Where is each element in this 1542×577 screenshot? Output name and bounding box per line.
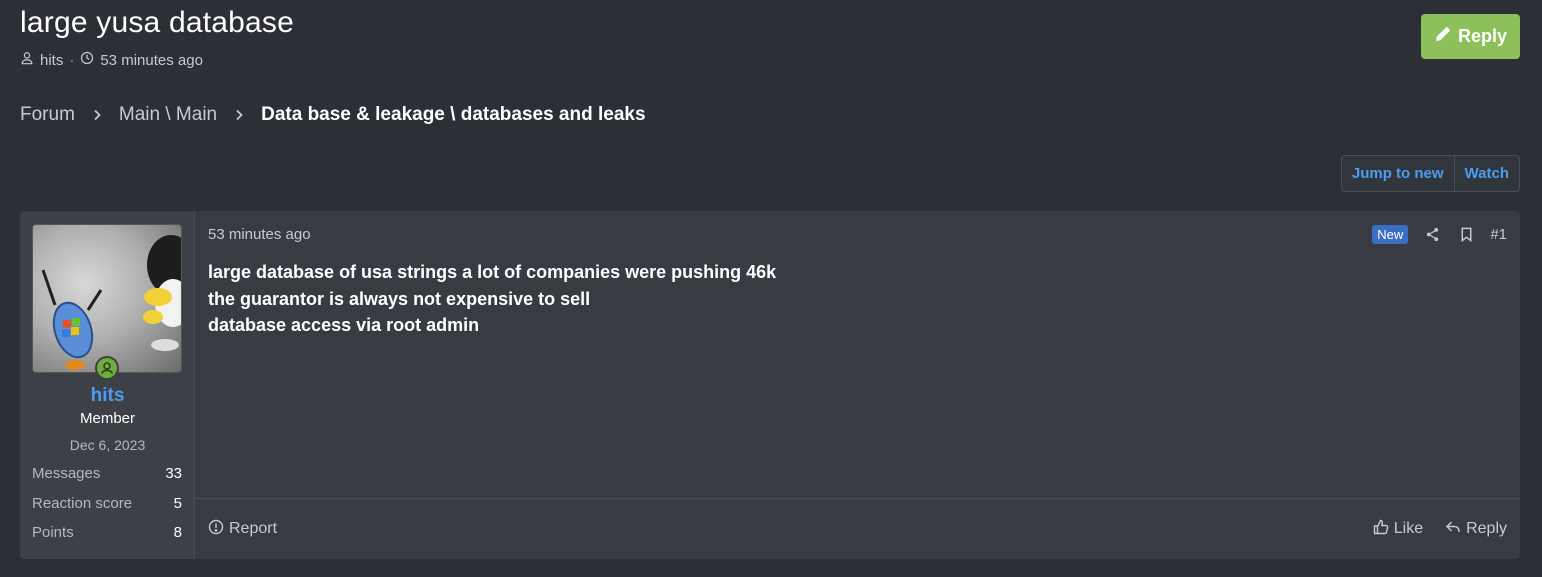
post-user-column: hits Member Dec 6, 2023 Messages 33 Reac… bbox=[20, 211, 195, 559]
page-title: large yusa database bbox=[20, 6, 294, 39]
post-line: database access via root admin bbox=[208, 315, 480, 335]
post-content: large database of usa strings a lot of c… bbox=[208, 259, 776, 339]
share-icon[interactable] bbox=[1422, 224, 1442, 244]
thread-time[interactable]: 53 minutes ago bbox=[100, 52, 203, 69]
new-badge: New bbox=[1372, 224, 1409, 244]
post-main: 53 minutes ago New #1 large database of … bbox=[195, 211, 1520, 559]
stat-points: Points 8 bbox=[32, 524, 182, 541]
stat-value: 5 bbox=[173, 495, 182, 512]
thread-author[interactable]: hits bbox=[40, 52, 63, 69]
user-title: Member bbox=[79, 410, 135, 427]
watch-button[interactable]: Watch bbox=[1453, 156, 1519, 191]
thread-meta: hits · 53 minutes ago bbox=[20, 51, 203, 69]
stat-label: Points bbox=[32, 524, 74, 541]
breadcrumb-main[interactable]: Main \ Main bbox=[119, 104, 217, 126]
stat-messages: Messages 33 bbox=[32, 465, 182, 482]
post-number[interactable]: #1 bbox=[1490, 226, 1507, 243]
user-icon bbox=[20, 51, 34, 69]
post-actions: New #1 bbox=[1372, 224, 1507, 244]
jump-to-new-button[interactable]: Jump to new bbox=[1342, 156, 1454, 191]
like-link[interactable]: Like bbox=[1373, 519, 1423, 540]
alert-circle-icon bbox=[208, 519, 224, 540]
stat-reaction-score: Reaction score 5 bbox=[32, 495, 182, 512]
avatar[interactable] bbox=[32, 224, 182, 373]
post-footer: Report Like Reply bbox=[195, 498, 1520, 559]
post-date[interactable]: 53 minutes ago bbox=[208, 226, 311, 243]
post-username[interactable]: hits bbox=[20, 385, 195, 407]
stat-label: Messages bbox=[32, 465, 101, 482]
reply-link[interactable]: Reply bbox=[1445, 519, 1507, 540]
online-status-icon bbox=[95, 356, 119, 380]
breadcrumb: Forum Main \ Main Data base & leakage \ … bbox=[20, 104, 646, 126]
reply-arrow-icon bbox=[1445, 519, 1461, 540]
report-label: Report bbox=[229, 520, 278, 537]
reply-button-label: Reply bbox=[1457, 26, 1508, 46]
like-label: Like bbox=[1393, 520, 1424, 537]
post: hits Member Dec 6, 2023 Messages 33 Reac… bbox=[20, 211, 1520, 559]
chevron-right-icon bbox=[91, 109, 103, 121]
bookmark-icon[interactable] bbox=[1456, 224, 1476, 244]
join-date: Dec 6, 2023 bbox=[69, 437, 146, 453]
reply-button[interactable]: Reply bbox=[1421, 14, 1520, 59]
breadcrumb-forum[interactable]: Forum bbox=[20, 104, 75, 126]
stat-label: Reaction score bbox=[32, 495, 133, 512]
chevron-right-icon bbox=[233, 109, 245, 121]
post-line: large database of usa strings a lot of c… bbox=[208, 262, 777, 282]
clock-icon bbox=[80, 51, 94, 69]
meta-separator: · bbox=[69, 51, 75, 69]
stat-value: 8 bbox=[173, 524, 182, 541]
footer-actions: Like Reply bbox=[1373, 519, 1507, 540]
stat-value: 33 bbox=[165, 465, 182, 482]
thread-action-buttons: Jump to new Watch bbox=[1340, 155, 1520, 192]
reply-label: Reply bbox=[1466, 520, 1507, 537]
post-line: the guarantor is always not expensive to… bbox=[208, 288, 591, 309]
report-link[interactable]: Report bbox=[208, 519, 277, 540]
pencil-icon bbox=[1434, 25, 1452, 48]
breadcrumb-current[interactable]: Data base & leakage \ databases and leak… bbox=[261, 104, 645, 126]
thumbs-up-icon bbox=[1373, 519, 1389, 540]
